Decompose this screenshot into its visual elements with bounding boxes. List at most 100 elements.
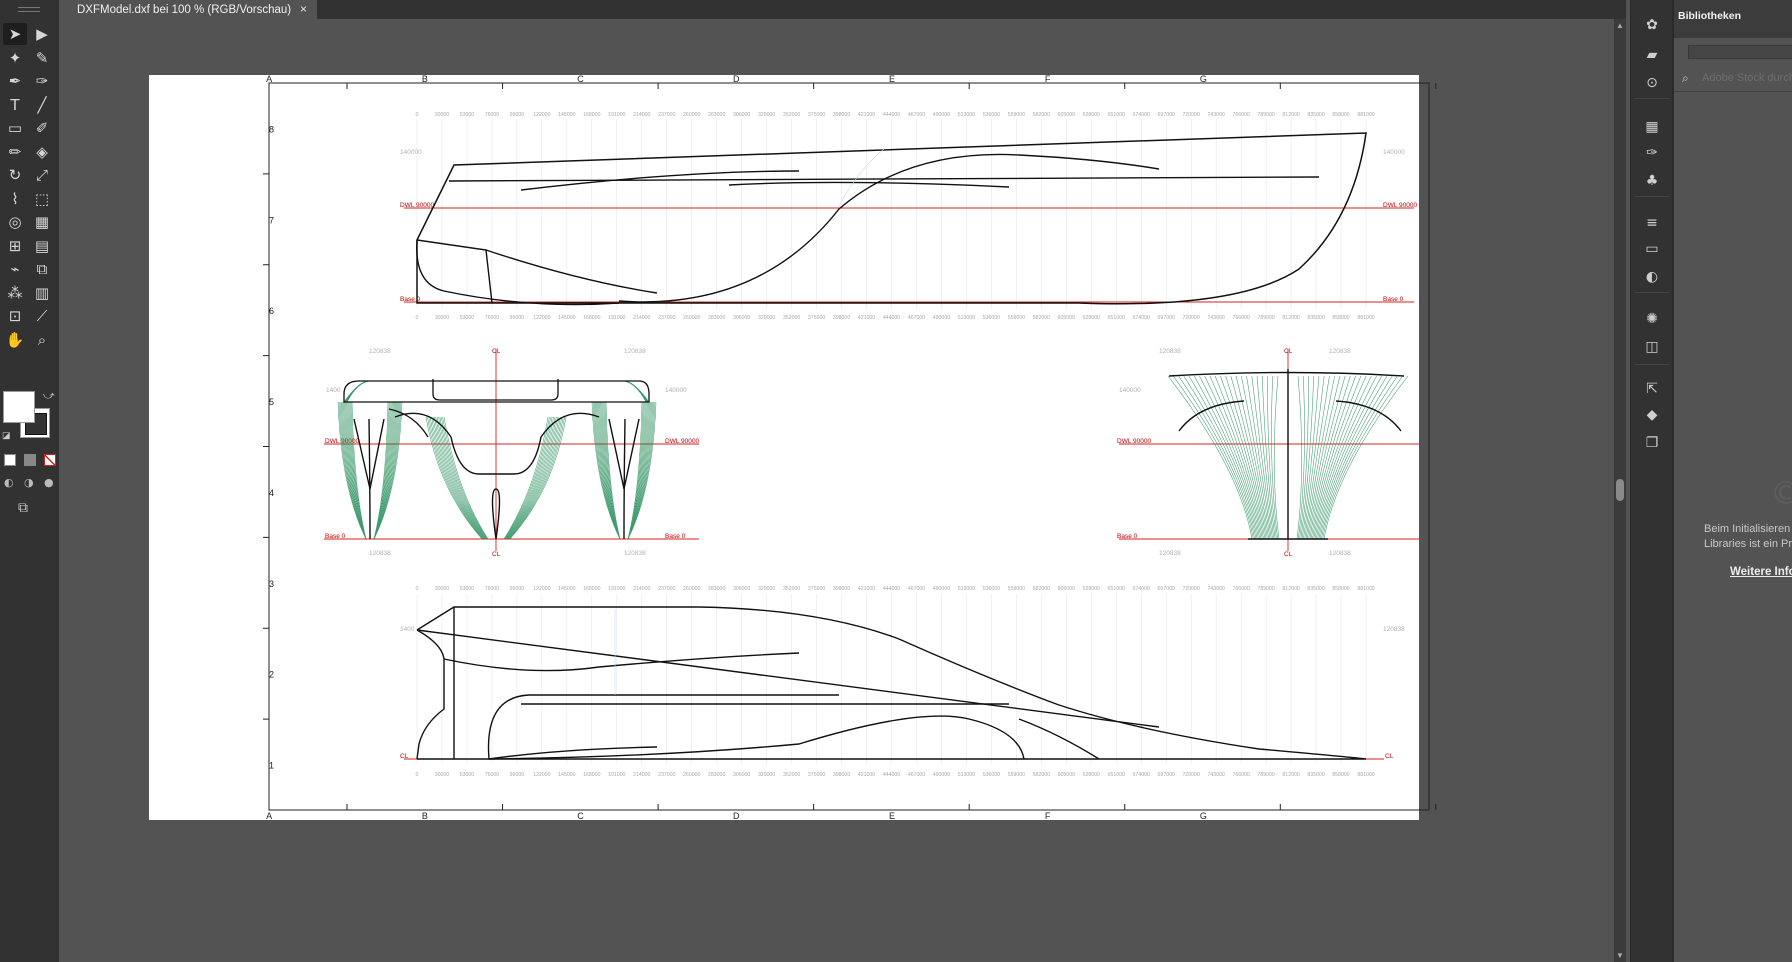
magic-wand-tool[interactable]: ✦ — [3, 47, 27, 69]
free-transform-tool[interactable]: ⬚ — [30, 188, 54, 210]
perspective-grid-tool[interactable]: ▦ — [30, 211, 54, 233]
station-label: 191000 — [608, 112, 625, 118]
rotate-tool[interactable]: ↻ — [3, 164, 27, 186]
gradient-tool[interactable]: ▤ — [30, 235, 54, 257]
library-dropdown[interactable] — [1688, 45, 1792, 59]
station-label: 421000 — [858, 112, 875, 118]
station-label: 444000 — [883, 586, 900, 592]
mesh-tool[interactable]: ⊞ — [3, 235, 27, 257]
type-tool[interactable]: T — [3, 94, 27, 116]
symbols-icon[interactable]: ♣ — [1637, 170, 1667, 192]
curvature-tool[interactable]: ✑ — [30, 70, 54, 92]
slice-tool[interactable]: ⟋ — [30, 305, 54, 327]
beam-label-left: 1400 — [400, 626, 415, 633]
direct-selection-tool[interactable]: ▶ — [30, 23, 54, 45]
cl-label-bottom: CL — [1284, 551, 1293, 558]
scale-tool[interactable]: ⤢ — [30, 164, 54, 186]
zoom-tool[interactable]: ⌕ — [30, 329, 54, 351]
shape-builder-tool[interactable]: ◎ — [3, 211, 27, 233]
station-label: 490000 — [933, 772, 950, 778]
swap-colors-icon[interactable]: ⤻ — [43, 390, 55, 403]
scroll-up-icon[interactable]: ▲ — [1616, 21, 1624, 30]
station-label: 76000 — [485, 772, 500, 778]
column-graph-tool[interactable]: ▥ — [30, 282, 54, 304]
stroke-icon[interactable]: ≡ — [1637, 212, 1667, 234]
default-colors-icon[interactable]: ◪ — [2, 430, 11, 441]
station-label: 191000 — [608, 586, 625, 592]
more-info-link[interactable]: Weitere Informationen — [1730, 566, 1792, 578]
transparency-icon[interactable]: ◐ — [1637, 266, 1667, 288]
scroll-down-icon[interactable]: ▼ — [1616, 951, 1624, 960]
station-label: 260000 — [683, 315, 700, 321]
eyedropper-tool[interactable]: ⌁ — [3, 258, 27, 280]
libraries-panel: Bibliotheken ⌕ Adobe Stock durchsuchen ©… — [1672, 0, 1792, 962]
eraser-tool[interactable]: ◈ — [30, 141, 54, 163]
station-label: 536000 — [983, 112, 1000, 118]
station-label: 99000 — [510, 315, 525, 321]
none-mode-icon[interactable] — [44, 454, 56, 466]
pen-tool[interactable]: ✒ — [3, 70, 27, 92]
close-icon[interactable]: × — [300, 2, 307, 16]
station-label: 237000 — [658, 586, 675, 592]
draw-inside-icon[interactable]: ● — [44, 476, 54, 489]
draw-behind-icon[interactable]: ◑ — [24, 476, 34, 489]
base-label-right: Base 0 — [1383, 296, 1404, 303]
properties-icon[interactable]: ▰ — [1637, 44, 1667, 66]
dwl-label-left: DWL 90000 — [400, 202, 434, 209]
blend-tool[interactable]: ⧉ — [30, 258, 54, 280]
station-label: 214000 — [633, 586, 650, 592]
warp-tool[interactable]: ⌇ — [3, 188, 27, 210]
row-label: 1 — [269, 761, 274, 771]
line-segment-tool[interactable]: ╱ — [30, 94, 54, 116]
station-label: 76000 — [485, 586, 500, 592]
station-label: 858000 — [1332, 772, 1349, 778]
color-mode-icon[interactable] — [4, 454, 16, 466]
artboard[interactable]: A B C D E F G A B C D E F G 8 7 6 5 4 3 2 1 0 30000 53000 7600… — [59, 19, 1626, 962]
artboard-tool[interactable]: ⊡ — [3, 305, 27, 327]
station-label: 490000 — [933, 586, 950, 592]
graphic-styles-icon[interactable]: ◫ — [1637, 336, 1667, 358]
document-tab[interactable]: DXFModel.dxf bei 100 % (RGB/Vorschau) × — [59, 0, 317, 19]
station-label: 168000 — [583, 112, 600, 118]
station-label: 53000 — [460, 112, 475, 118]
station-label: 145000 — [558, 586, 575, 592]
export-icon[interactable]: ⇱ — [1637, 378, 1667, 400]
station-label: 421000 — [858, 772, 875, 778]
station-label: 398000 — [833, 586, 850, 592]
station-label: 789000 — [1257, 112, 1274, 118]
gradient-icon[interactable]: ▭ — [1637, 238, 1667, 260]
toolbar-grip[interactable] — [18, 7, 40, 12]
appearance-icon[interactable]: ✺ — [1637, 308, 1667, 330]
panel-tab-libraries[interactable]: Bibliotheken — [1678, 10, 1741, 22]
canvas-area[interactable]: A B C D E F G A B C D E F G 8 7 6 5 4 3 2 1 0 30000 53000 7600… — [59, 19, 1626, 962]
hand-tool[interactable]: ✋ — [3, 329, 27, 351]
swatches-icon[interactable]: ▦ — [1637, 116, 1667, 138]
beam-label-right: 120838 — [1383, 626, 1405, 633]
fill-color-swatch[interactable] — [3, 391, 35, 423]
rectangle-tool[interactable]: ▭ — [3, 117, 27, 139]
station-label: 559000 — [1008, 112, 1025, 118]
layers-icon[interactable]: ◆ — [1637, 404, 1667, 426]
height-label-right: 140000 — [665, 387, 687, 394]
artboards-icon[interactable]: ❐ — [1637, 432, 1667, 454]
selection-tool[interactable]: ➤ — [3, 23, 27, 45]
station-label: 582000 — [1033, 586, 1050, 592]
lasso-tool[interactable]: ✎ — [30, 47, 54, 69]
draw-normal-icon[interactable]: ◐ — [4, 476, 14, 489]
column-label: C — [577, 811, 584, 821]
brushes-icon[interactable]: ✑ — [1637, 142, 1667, 164]
vertical-scrollbar[interactable]: ▲ ▼ — [1614, 19, 1626, 962]
symbol-sprayer-tool[interactable]: ⁂ — [3, 282, 27, 304]
gradient-mode-icon[interactable] — [24, 454, 36, 466]
panel-dock: ✿ ▰ ⊙ ▦ ✑ ♣ ≡ ▭ ◐ ✺ ◫ ⇱ ◆ ❐ — [1630, 0, 1673, 962]
station-label: 306000 — [733, 112, 750, 118]
libraries-icon[interactable]: ✿ — [1637, 14, 1667, 36]
scrollbar-thumb[interactable] — [1616, 479, 1624, 501]
station-label: 53000 — [460, 772, 475, 778]
screen-mode-icon[interactable]: ⧉ — [18, 500, 28, 516]
cc-libraries-icon[interactable]: ⊙ — [1637, 72, 1667, 94]
shaper-tool[interactable]: ✏ — [3, 141, 27, 163]
paintbrush-tool[interactable]: ✐ — [30, 117, 54, 139]
error-message-line-2: Libraries ist ein Problem — [1704, 538, 1792, 550]
stock-search[interactable]: ⌕ Adobe Stock durchsuchen — [1674, 67, 1792, 92]
